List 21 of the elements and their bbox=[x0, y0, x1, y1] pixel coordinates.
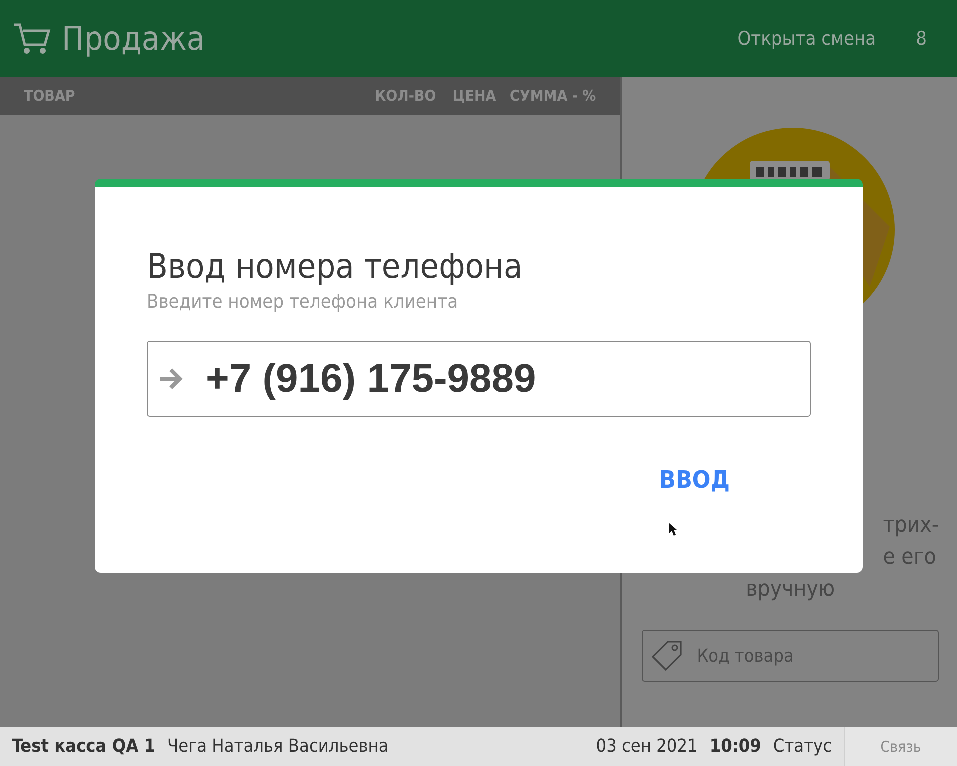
page-title: Продажа bbox=[62, 19, 206, 58]
register-name: Test касса QA 1 bbox=[12, 736, 156, 757]
connection-button[interactable]: Связь bbox=[844, 727, 957, 766]
scanner-hint-text: е его bbox=[883, 544, 936, 572]
dialog-subtitle: Введите номер телефона клиента bbox=[147, 291, 460, 313]
product-code-field[interactable]: Код товара bbox=[642, 630, 939, 682]
scanner-hint-text: трих- bbox=[883, 512, 939, 540]
enter-button[interactable]: ВВОД bbox=[654, 465, 736, 495]
dialog-title: Ввод номера телефона bbox=[147, 247, 524, 287]
column-header: ЦЕНА bbox=[452, 87, 496, 105]
cashier-name: Чега Наталья Васильевна bbox=[168, 736, 389, 757]
date-text: 03 сен 2021 bbox=[596, 736, 698, 757]
column-header: КОЛ-ВО bbox=[375, 87, 436, 105]
shift-number: 8 bbox=[916, 28, 927, 50]
time-text: 10:09 bbox=[710, 736, 762, 757]
phone-input-field[interactable]: +7 (916) 175-9889 bbox=[147, 341, 811, 417]
column-header: СУММА - % bbox=[510, 87, 596, 105]
column-header: ТОВАР bbox=[24, 87, 76, 105]
shift-status: Открыта смена bbox=[738, 28, 876, 50]
status-text: Статус bbox=[773, 736, 832, 757]
scanner-hint-text: вручную bbox=[746, 576, 836, 604]
